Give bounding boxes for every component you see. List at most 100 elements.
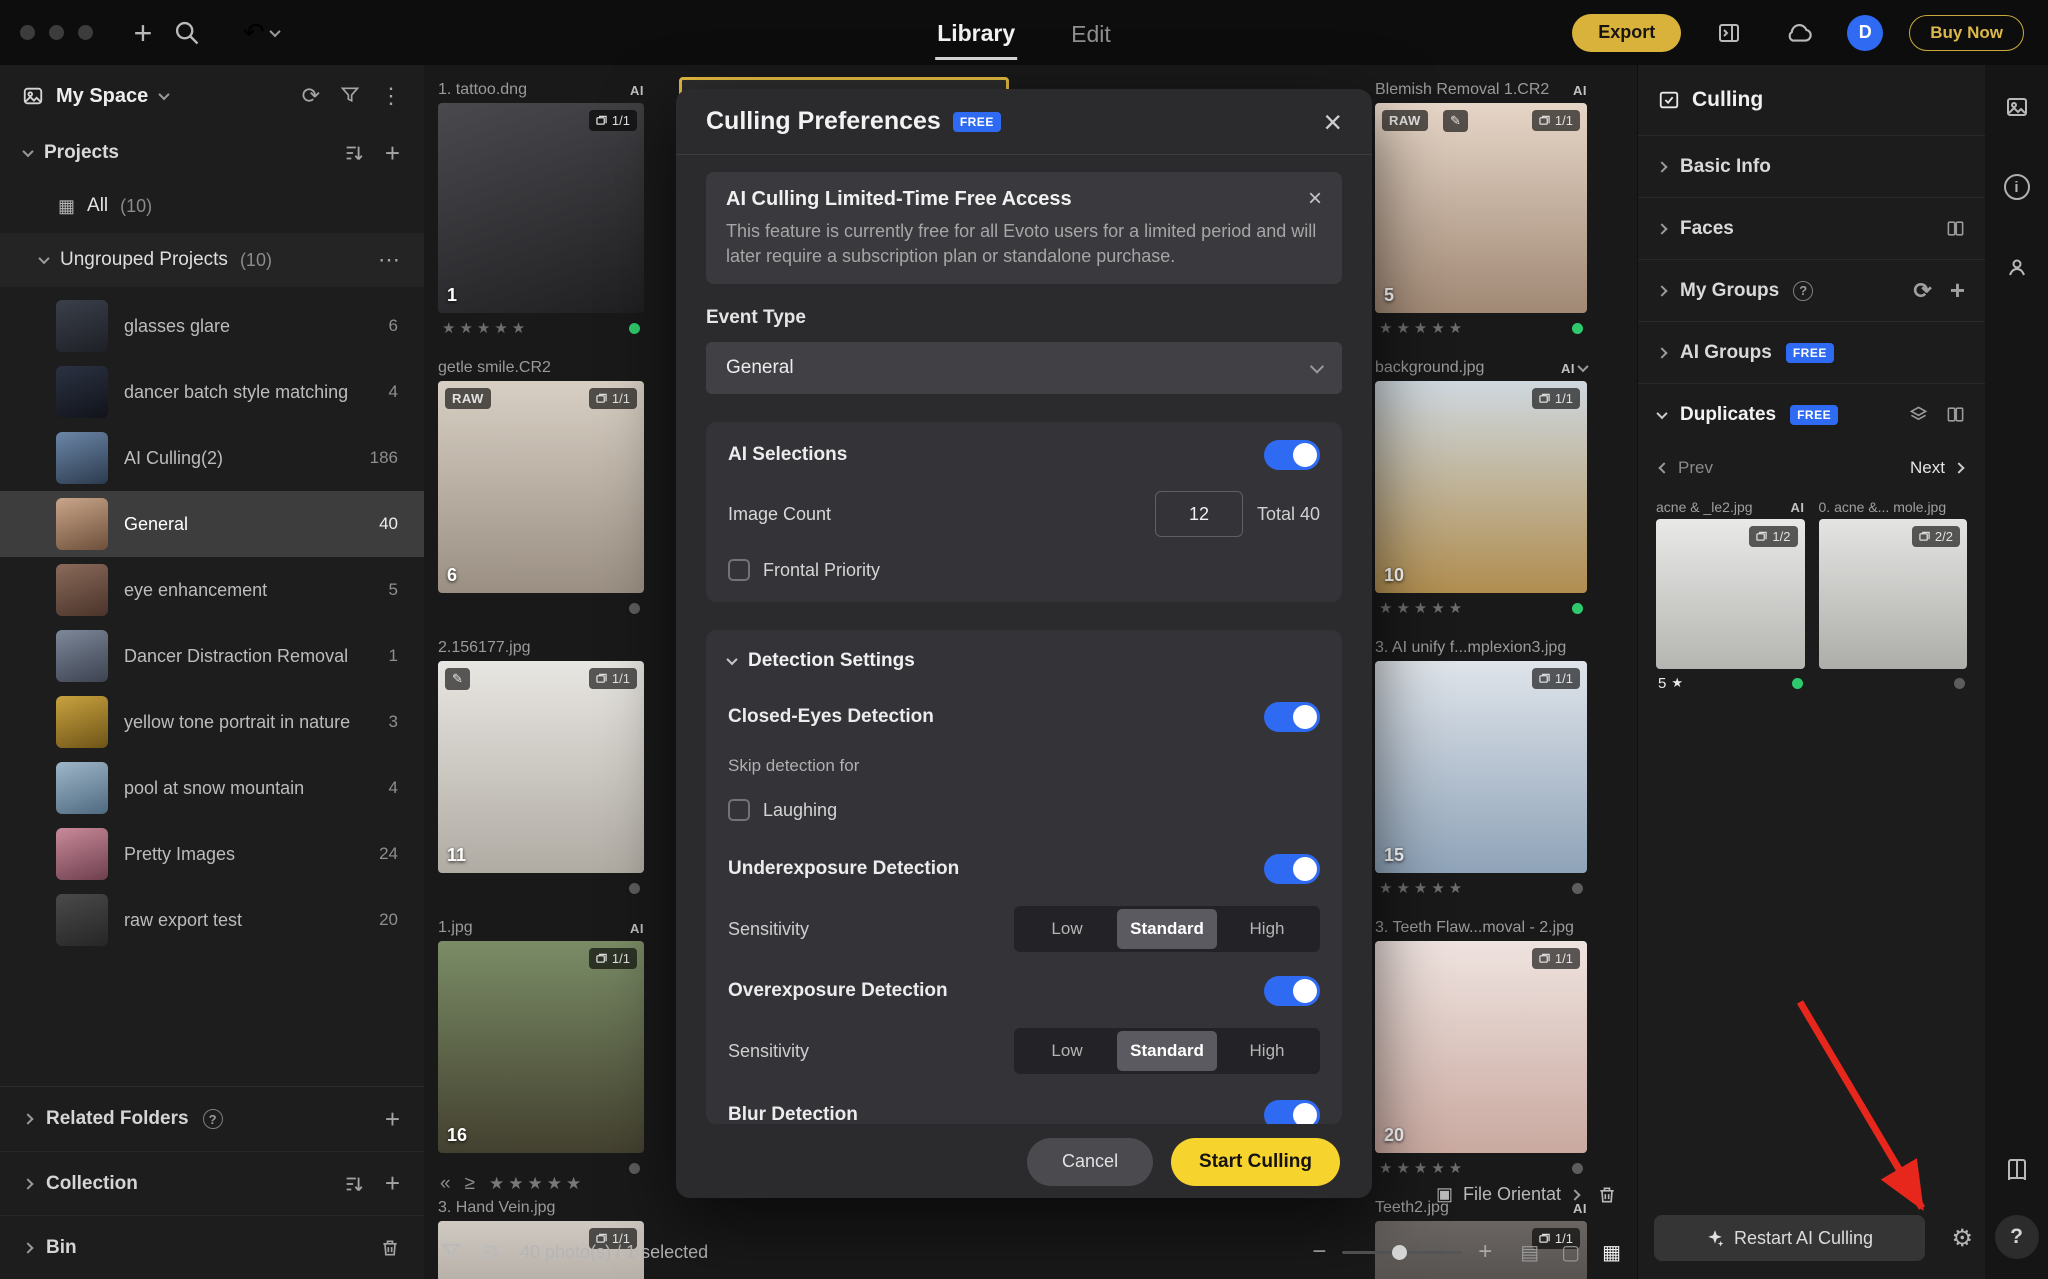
photo-card-1jpg[interactable]: 1.jpgAI 1/1 16 [438,915,644,1183]
trash-icon[interactable] [1597,1185,1617,1205]
search-button[interactable] [165,11,209,55]
sidebar-item-dancer-batch[interactable]: dancer batch style matching4 [0,359,424,425]
photo-thumbnail[interactable]: RAW ✎ 1/1 5 [1375,103,1587,313]
photo-thumbnail[interactable]: ✎ 1/1 11 [438,661,644,873]
sidebar-item-yellow-tone[interactable]: yellow tone portrait in nature3 [0,689,424,755]
compare-columns-icon[interactable] [1946,219,1965,238]
cloud-sync-icon[interactable] [1777,11,1821,55]
plus-icon[interactable]: + [1950,275,1965,306]
segment-high[interactable]: High [1217,909,1317,949]
star-rating[interactable]: ★★★★★ [1379,1159,1466,1177]
add-collection-button[interactable]: + [385,1168,400,1199]
sidebar-item-raw-export-test[interactable]: raw export test20 [0,887,424,953]
ai-chevron-icon[interactable] [1577,361,1588,372]
section-ai-groups[interactable]: AI Groups FREE [1638,321,1985,383]
section-basic-info[interactable]: Basic Info [1638,135,1985,197]
help-button[interactable]: ? [1995,1215,2039,1259]
undo-button[interactable]: ↶ [243,17,265,48]
ai-selections-toggle[interactable] [1264,440,1320,470]
zoom-slider[interactable] [1342,1251,1462,1254]
sidebar-item-eye-enhancement[interactable]: eye enhancement5 [0,557,424,623]
help-icon[interactable]: ? [1793,281,1813,301]
sidebar-item-all[interactable]: ▦ All (10) [0,179,424,233]
filter-button[interactable] [340,85,360,108]
portrait-tab[interactable] [1997,247,2037,287]
blur-detection-toggle[interactable] [1264,1100,1320,1124]
help-icon[interactable]: ? [203,1109,223,1129]
event-type-select[interactable]: General [706,342,1342,394]
refresh-icon[interactable]: ⟳ [1913,278,1931,304]
photo-card-ai-unify[interactable]: 3. AI unify f...mplexion3.jpg 1/1 15 ★★★… [1375,635,1587,903]
photo-card-teeth-flaw[interactable]: 3. Teeth Flaw...moval - 2.jpg 1/1 20 ★★★… [1375,915,1587,1183]
culling-settings-button[interactable]: ⚙ [1951,1224,1973,1253]
filter-icon[interactable] [440,1241,462,1263]
photo-thumbnail[interactable]: 1/1 1 [438,103,644,313]
layers-icon[interactable] [1909,405,1928,424]
adjustments-tab[interactable] [1997,87,2037,127]
photo-thumbnail[interactable]: 1/1 15 [1375,661,1587,873]
workspace-switcher[interactable]: My Space ⟳ ⋮ [0,65,424,127]
photo-card-156177[interactable]: 2.156177.jpg ✎ 1/1 11 [438,635,644,903]
photo-card-background[interactable]: background.jpgAI 1/1 10 ★★★★★ [1375,355,1587,623]
file-orientation-button[interactable]: ▣ File Orientat [1436,1184,1579,1205]
sort-icon[interactable] [343,142,365,164]
zoom-slider-knob[interactable] [1392,1245,1407,1260]
segment-low[interactable]: Low [1017,1031,1117,1071]
star-rating[interactable]: ★★★★★ [1379,319,1466,337]
gte-icon[interactable]: ≥ [465,1173,475,1195]
star-rating[interactable]: ★★★★★ [442,319,529,337]
rating-filter-stars[interactable]: ★★★★★ [489,1174,585,1194]
laughing-checkbox[interactable] [728,799,750,821]
collapse-filmstrip-icon[interactable]: « [440,1173,451,1195]
zoom-in-button[interactable]: + [1478,1238,1492,1266]
view-single-icon[interactable]: ▢ [1561,1240,1580,1265]
add-related-folder-button[interactable]: + [385,1104,400,1135]
section-duplicates[interactable]: Duplicates FREE [1638,383,1985,445]
window-close-button[interactable] [20,25,35,40]
modal-close-button[interactable]: × [1323,106,1342,138]
segment-low[interactable]: Low [1017,909,1117,949]
window-controls[interactable] [20,25,93,40]
photo-card-smile[interactable]: getle smile.CR2 RAW 1/1 6 [438,355,644,623]
projects-section-header[interactable]: Projects + [0,127,424,179]
photo-thumbnail[interactable]: 2/2 [1819,519,1968,669]
next-group-button[interactable]: Next [1910,458,1963,478]
export-button[interactable]: Export [1572,14,1681,52]
photo-thumbnail[interactable]: RAW 1/1 6 [438,381,644,593]
sync-button[interactable]: ⟳ [302,83,320,109]
prev-group-button[interactable]: Prev [1660,458,1713,478]
sort-icon[interactable] [480,1241,502,1263]
info-tab[interactable]: i [1997,167,2037,207]
tab-library[interactable]: Library [935,6,1017,60]
overexposure-toggle[interactable] [1264,976,1320,1006]
star-rating[interactable]: ★★★★★ [1379,879,1466,897]
sidebar-item-dancer-distraction[interactable]: Dancer Distraction Removal1 [0,623,424,689]
photo-thumbnail[interactable]: 1/1 10 [1375,381,1587,593]
section-my-groups[interactable]: My Groups ? ⟳ + [1638,259,1985,321]
image-count-input[interactable]: 12 [1155,491,1243,537]
duplicate-card-2[interactable]: 0. acne &... mole.jpg 2/2 [1819,495,1968,697]
window-zoom-button[interactable] [78,25,93,40]
meatball-icon[interactable]: ⋯ [378,247,400,273]
view-list-icon[interactable]: ▤ [1520,1240,1539,1265]
avatar[interactable]: D [1847,15,1883,51]
sidebar-item-pool-snow[interactable]: pool at snow mountain4 [0,755,424,821]
new-project-button[interactable]: + [121,11,165,55]
compare-columns-icon[interactable] [1946,405,1965,424]
more-menu-button[interactable]: ⋮ [380,83,402,109]
tab-edit[interactable]: Edit [1069,7,1113,58]
trash-icon[interactable] [380,1238,400,1258]
sort-icon[interactable] [343,1173,365,1195]
sidebar-item-glasses-glare[interactable]: glasses glare6 [0,293,424,359]
bin-section[interactable]: Bin [0,1215,424,1279]
view-grid-icon[interactable]: ▦ [1602,1240,1621,1265]
duplicate-card-1[interactable]: acne & _le2.jpgAI 1/2 5 ★ [1656,495,1805,697]
underexposure-toggle[interactable] [1264,854,1320,884]
photo-thumbnail[interactable]: 1/2 [1656,519,1805,669]
star-rating[interactable]: ★★★★★ [1379,599,1466,617]
banner-close-button[interactable]: × [1308,187,1322,211]
sidebar-item-general[interactable]: General40 [0,491,424,557]
buy-now-button[interactable]: Buy Now [1909,15,2024,51]
learn-button[interactable] [1997,1149,2037,1189]
photo-card-blemish[interactable]: Blemish Removal 1.CR2AI RAW ✎ 1/1 5 ★★★★… [1375,77,1587,343]
